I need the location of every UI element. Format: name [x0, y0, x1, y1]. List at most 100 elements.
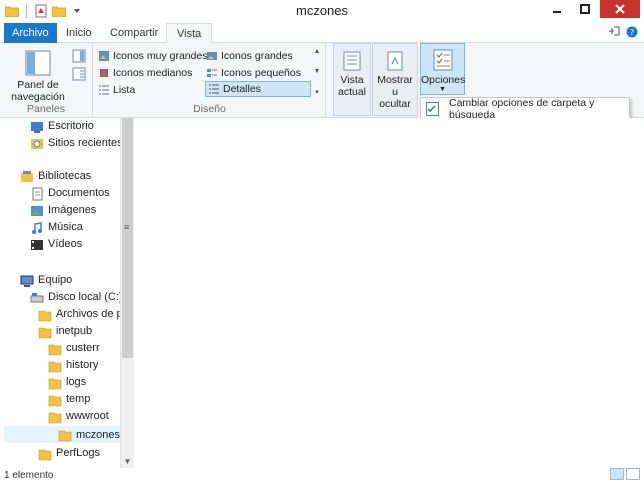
nav-item-documentos[interactable]: Documentos — [30, 185, 110, 202]
tab-archivo[interactable]: Archivo — [4, 23, 57, 43]
scrollbar-thumb[interactable] — [122, 118, 133, 358]
nav-item-equipo[interactable]: Equipo — [20, 272, 72, 289]
tab-vista[interactable]: Vista — [166, 23, 213, 44]
layout-label: Detalles — [223, 83, 261, 95]
nav-item-archivos-programa[interactable]: Archivos de pro — [38, 306, 120, 323]
group-diseno: Iconos muy grandes Iconos grandes Iconos… — [94, 43, 326, 118]
nav-item-history[interactable]: history — [48, 357, 98, 374]
layout-small-icons[interactable]: Iconos pequeños — [206, 65, 301, 81]
navigation-pane-icon — [24, 49, 52, 77]
nav-item-custerr[interactable]: custerr — [48, 340, 100, 357]
nav-item-escritorio[interactable]: Escritorio — [30, 118, 94, 135]
minimize-button[interactable] — [544, 0, 570, 18]
folder-icon — [48, 359, 62, 373]
desktop-icon — [30, 120, 44, 134]
nav-item-bibliotecas[interactable]: Bibliotecas — [20, 168, 91, 185]
nav-label: wwwroot — [66, 410, 109, 422]
nav-item-sitios-recientes[interactable]: Sitios recientes — [30, 135, 120, 152]
ribbon-tabs: Archivo Inicio Compartir Vista ? — [0, 22, 644, 44]
pictures-icon — [30, 204, 44, 218]
nav-item-wwwroot[interactable]: wwwroot — [48, 408, 109, 425]
details-pane-icon[interactable] — [72, 67, 86, 81]
layout-medium-icons[interactable]: Iconos medianos — [98, 65, 192, 81]
current-view-icon — [341, 50, 363, 72]
nav-item-imagenes[interactable]: Imágenes — [30, 202, 96, 219]
nav-item-videos[interactable]: Vídeos — [30, 236, 82, 253]
group-paneles: Panel de navegación Paneles — [0, 43, 93, 118]
status-bar: 1 elemento — [0, 468, 644, 482]
layout-large-icons[interactable]: Iconos grandes — [206, 48, 293, 64]
chevron-down-icon[interactable]: ▼ — [314, 68, 321, 75]
folder-icon — [48, 376, 62, 390]
large-icons-view-icon[interactable] — [626, 468, 640, 480]
layout-details[interactable]: Detalles — [205, 81, 311, 97]
drive-icon — [30, 291, 44, 305]
show-hide-button[interactable]: Mostrar u ocultar — [372, 43, 418, 116]
folder-icon — [48, 393, 62, 407]
nav-label: Escritorio — [48, 120, 94, 132]
documents-icon — [30, 187, 44, 201]
nav-scrollbar[interactable]: ▼ — [120, 118, 134, 468]
nav-item-musica[interactable]: Música — [30, 219, 83, 236]
nav-item-inetpub[interactable]: inetpub — [38, 323, 92, 340]
expand-gallery-icon[interactable]: ▾ — [315, 88, 319, 96]
list-icon — [98, 84, 110, 96]
nav-item-disco-local[interactable]: Disco local (C:) — [30, 289, 120, 306]
help-icon[interactable]: ? — [626, 26, 638, 41]
ribbon-right-icons: ? — [608, 26, 638, 41]
layout-label: Iconos pequeños — [221, 67, 301, 79]
navigation-pane-label-1: Panel de — [17, 79, 59, 91]
nav-item-temp[interactable]: temp — [48, 391, 90, 408]
layout-label: Iconos grandes — [221, 50, 293, 62]
current-view-label-1: Vista — [340, 74, 364, 86]
tab-compartir[interactable]: Compartir — [100, 23, 168, 43]
layout-extra-large-icons[interactable]: Iconos muy grandes — [98, 48, 208, 64]
extra-large-icons-icon — [98, 50, 110, 62]
folder-icon — [48, 410, 62, 424]
details-view-icon[interactable] — [610, 468, 624, 480]
current-view-button[interactable]: Vista actual — [333, 43, 371, 116]
current-view-content: Vista actual — [334, 50, 370, 98]
navigation-pane-label-2: navegación — [11, 91, 65, 103]
nav-label: Sitios recientes — [48, 137, 120, 149]
maximize-button[interactable] — [572, 0, 598, 18]
nav-label: Archivos de pro — [56, 308, 120, 320]
nav-item-perflogs[interactable]: PerfLogs — [38, 445, 100, 462]
close-button[interactable] — [600, 0, 640, 18]
navigation-pane-button[interactable]: Panel de navegación — [8, 49, 68, 103]
layout-label: Lista — [113, 84, 136, 96]
music-icon — [30, 221, 44, 235]
group-label-paneles: Paneles — [27, 103, 65, 115]
tab-inicio[interactable]: Inicio — [56, 23, 102, 43]
computer-icon — [20, 274, 34, 288]
nav-item-mczones[interactable]: mczones — [4, 426, 120, 443]
nav-label: Disco local (C:) — [48, 291, 120, 303]
folder-icon — [38, 325, 52, 339]
svg-text:?: ? — [630, 28, 634, 37]
nav-label: Vídeos — [48, 238, 83, 250]
menu-item-folder-options[interactable]: Cambiar opciones de carpeta y búsqueda — [423, 97, 627, 121]
nav-label: PerfLogs — [56, 447, 101, 459]
layout-label: Iconos medianos — [113, 67, 193, 79]
preview-pane-icon[interactable] — [72, 49, 86, 63]
details-icon — [208, 83, 220, 95]
pane-resize-grip-icon[interactable]: ≡ — [124, 222, 129, 232]
folder-icon — [58, 428, 72, 442]
nav-label: custerr — [66, 342, 100, 354]
nav-label: Imágenes — [48, 204, 97, 216]
options-button[interactable]: Opciones ▼ — [420, 43, 465, 95]
recent-places-icon — [30, 137, 44, 151]
pane-small-buttons — [72, 49, 86, 81]
libraries-icon — [20, 170, 34, 184]
nav-label: logs — [66, 376, 87, 388]
large-icons-icon — [206, 50, 218, 62]
layout-list[interactable]: Lista — [98, 82, 135, 98]
title-bar: mczones — [0, 0, 644, 22]
file-list-area[interactable] — [134, 118, 644, 468]
scroll-down-icon[interactable]: ▼ — [121, 454, 134, 468]
chevron-up-icon[interactable]: ▲ — [314, 48, 321, 55]
nav-label: mczones — [75, 428, 120, 441]
nav-item-logs[interactable]: logs — [48, 374, 86, 391]
pin-ribbon-icon[interactable] — [608, 26, 620, 41]
nav-label: history — [66, 359, 99, 371]
